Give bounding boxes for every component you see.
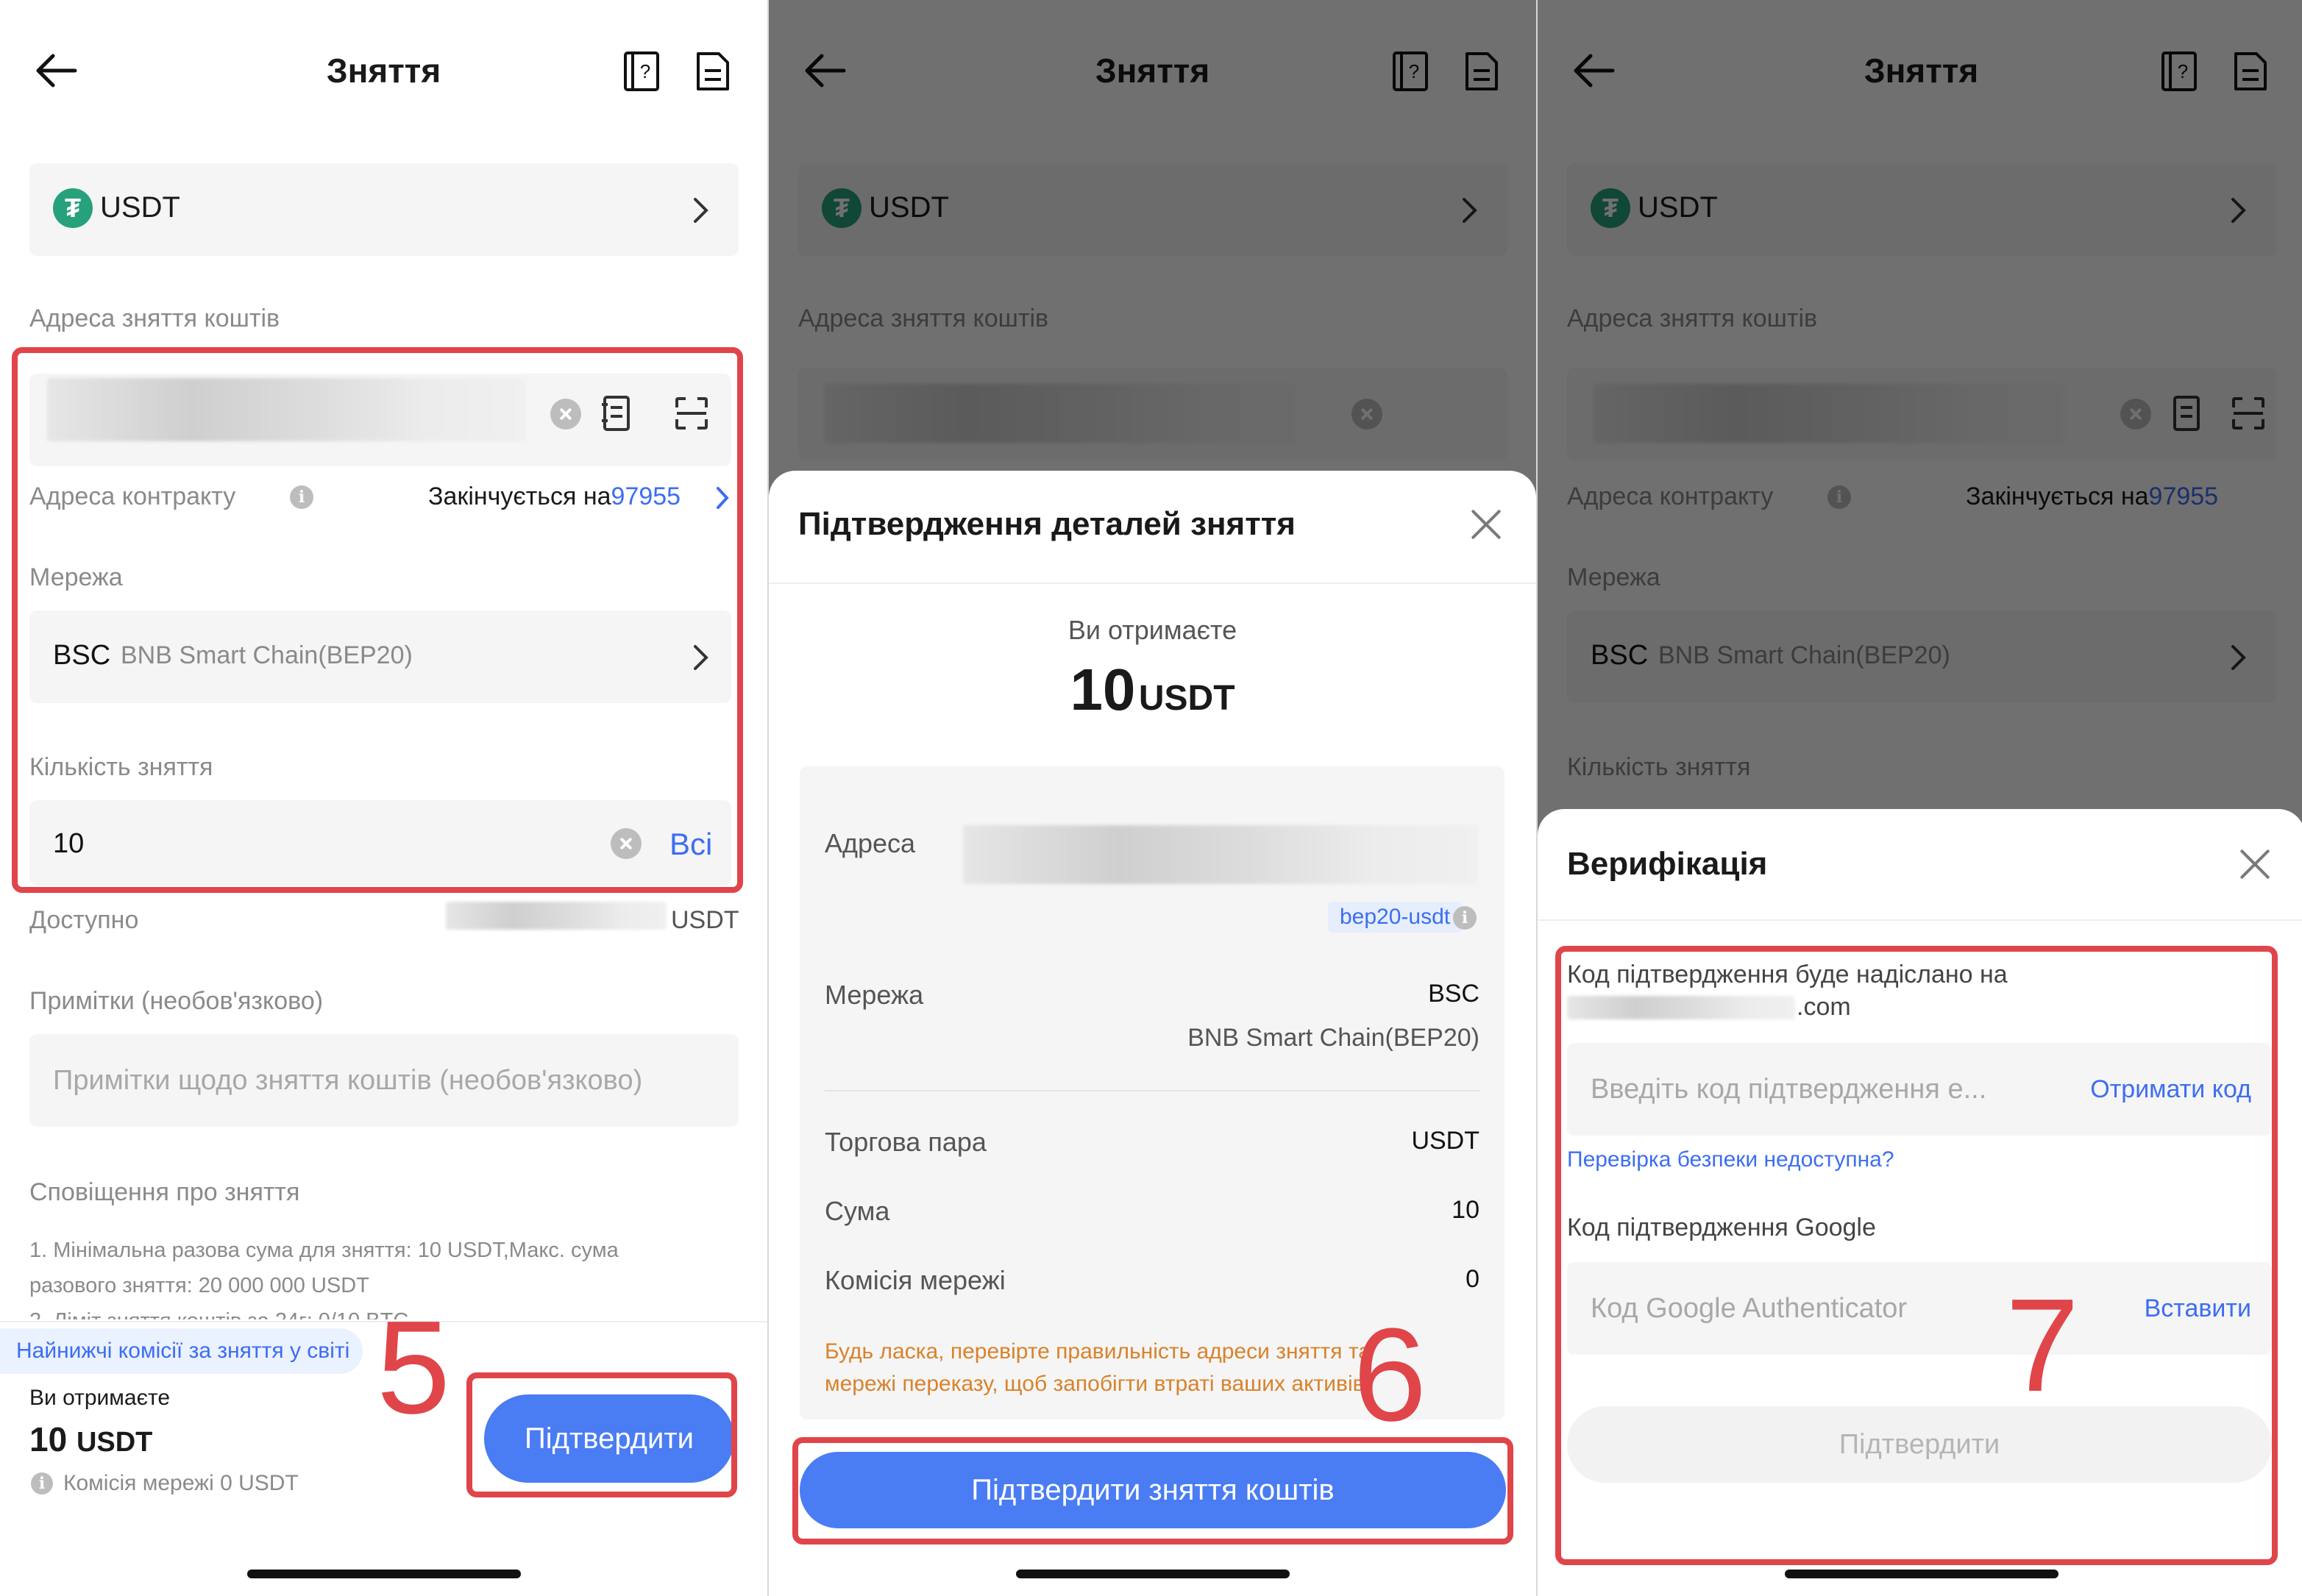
- sheet-title: Верифікація: [1567, 846, 1768, 882]
- receive-amount-unit: USDT: [76, 1427, 153, 1458]
- home-indicator: [1016, 1570, 1290, 1578]
- notice-line2: разового зняття: 20 000 000 USDT: [29, 1274, 369, 1297]
- highlight-frame-step5-button: [466, 1372, 737, 1497]
- coin-name: USDT: [100, 191, 180, 224]
- address-value-redacted: [963, 825, 1478, 884]
- receive-amount-value: 10: [29, 1420, 68, 1458]
- receive-label: Ви отримаєте: [1067, 615, 1237, 645]
- home-indicator: [247, 1570, 521, 1578]
- available-unit: USDT: [671, 906, 739, 934]
- address-label: Адреса: [825, 828, 916, 858]
- confirm-details-sheet: Підтвердження деталей зняття Ви отримаєт…: [769, 471, 1536, 1596]
- sum-label: Сума: [825, 1196, 890, 1226]
- sum-value: 10: [1452, 1196, 1479, 1224]
- receive-label: Ви отримаєте: [29, 1386, 171, 1410]
- notes-placeholder: Примітки щодо зняття коштів (необов'язко…: [53, 1065, 643, 1096]
- step-number: 5: [377, 1294, 451, 1442]
- pair-value: USDT: [1411, 1127, 1479, 1155]
- fee-label: Комісія мережі: [825, 1265, 1006, 1295]
- notice-line1b: Макс. сума: [508, 1239, 619, 1262]
- highlight-frame-step7: [1555, 946, 2278, 1565]
- promo-badge: Найнижчі комісії за зняття у світі: [0, 1328, 363, 1374]
- history-document-icon[interactable]: [694, 50, 731, 93]
- sheet-divider: [769, 583, 1536, 584]
- sheet-divider: [1538, 919, 2302, 921]
- notice-line1a: 1. Мінімальна разова сума для зняття: 10…: [29, 1239, 509, 1262]
- fee-value: 0: [1466, 1265, 1479, 1293]
- receive-amount: 10 USDT: [769, 656, 1536, 724]
- receive-amount-value: 10: [1070, 657, 1136, 722]
- available-label: Доступно: [29, 906, 139, 934]
- close-icon[interactable]: [2238, 847, 2272, 881]
- verification-screen: Зняття ? ₮ USDT Адреса зняття коштів Адр…: [1538, 0, 2302, 1596]
- notes-label: Примітки (необов'язково): [29, 987, 324, 1015]
- receive-amount: 10 USDT: [29, 1419, 152, 1459]
- address-tag: bep20-usdt: [1328, 902, 1463, 933]
- svg-text:?: ?: [640, 60, 650, 82]
- tether-icon: ₮: [53, 188, 93, 228]
- warning-text: Будь ласка, перевірте правильність адрес…: [825, 1336, 1371, 1400]
- address-label: Адреса зняття коштів: [29, 304, 280, 332]
- warning-line1: Будь ласка, перевірте правильність адрес…: [825, 1339, 1371, 1364]
- notice-text: 1. Мінімальна разова сума для зняття: 10…: [29, 1233, 619, 1319]
- info-icon[interactable]: i: [31, 1472, 53, 1495]
- available-value-redacted: [446, 902, 667, 930]
- pair-label: Торгова пара: [825, 1127, 987, 1157]
- receive-fee: Комісія мережі 0 USDT: [63, 1471, 299, 1495]
- chevron-right-icon: [692, 196, 711, 225]
- close-icon[interactable]: [1469, 507, 1503, 541]
- info-icon[interactable]: i: [1453, 906, 1477, 930]
- step-number: 6: [1353, 1301, 1427, 1449]
- highlight-frame-step6: [792, 1437, 1513, 1545]
- coin-selector[interactable]: ₮ USDT: [29, 163, 739, 256]
- network-code: BSC: [1428, 980, 1479, 1008]
- network-name: BNB Smart Chain(BEP20): [1187, 1024, 1479, 1052]
- notes-input[interactable]: Примітки щодо зняття коштів (необов'язко…: [29, 1034, 739, 1127]
- home-indicator: [1785, 1570, 2058, 1578]
- withdraw-screen: Зняття ? ₮ USDT Адреса зняття коштів Адр…: [0, 0, 767, 1596]
- network-label: Мережа: [825, 980, 924, 1010]
- receive-amount-unit: USDT: [1138, 679, 1235, 718]
- warning-line2: мережі переказу, щоб запобігти втраті ва…: [825, 1372, 1365, 1396]
- notice-line3: 2. Ліміт зняття коштів за 24г: 0/10 BTC: [29, 1309, 408, 1319]
- notice-title: Сповіщення про зняття: [29, 1178, 300, 1206]
- card-divider: [825, 1090, 1479, 1091]
- highlight-frame-step5: [12, 347, 743, 893]
- verification-sheet: Верифікація Код підтвердження буде надіс…: [1538, 809, 2302, 1596]
- withdraw-confirm-screen: Зняття ? ₮ USDT Адреса зняття коштів Під…: [769, 0, 1536, 1596]
- sheet-title: Підтвердження деталей зняття: [798, 506, 1296, 542]
- help-book-icon[interactable]: ?: [622, 50, 661, 93]
